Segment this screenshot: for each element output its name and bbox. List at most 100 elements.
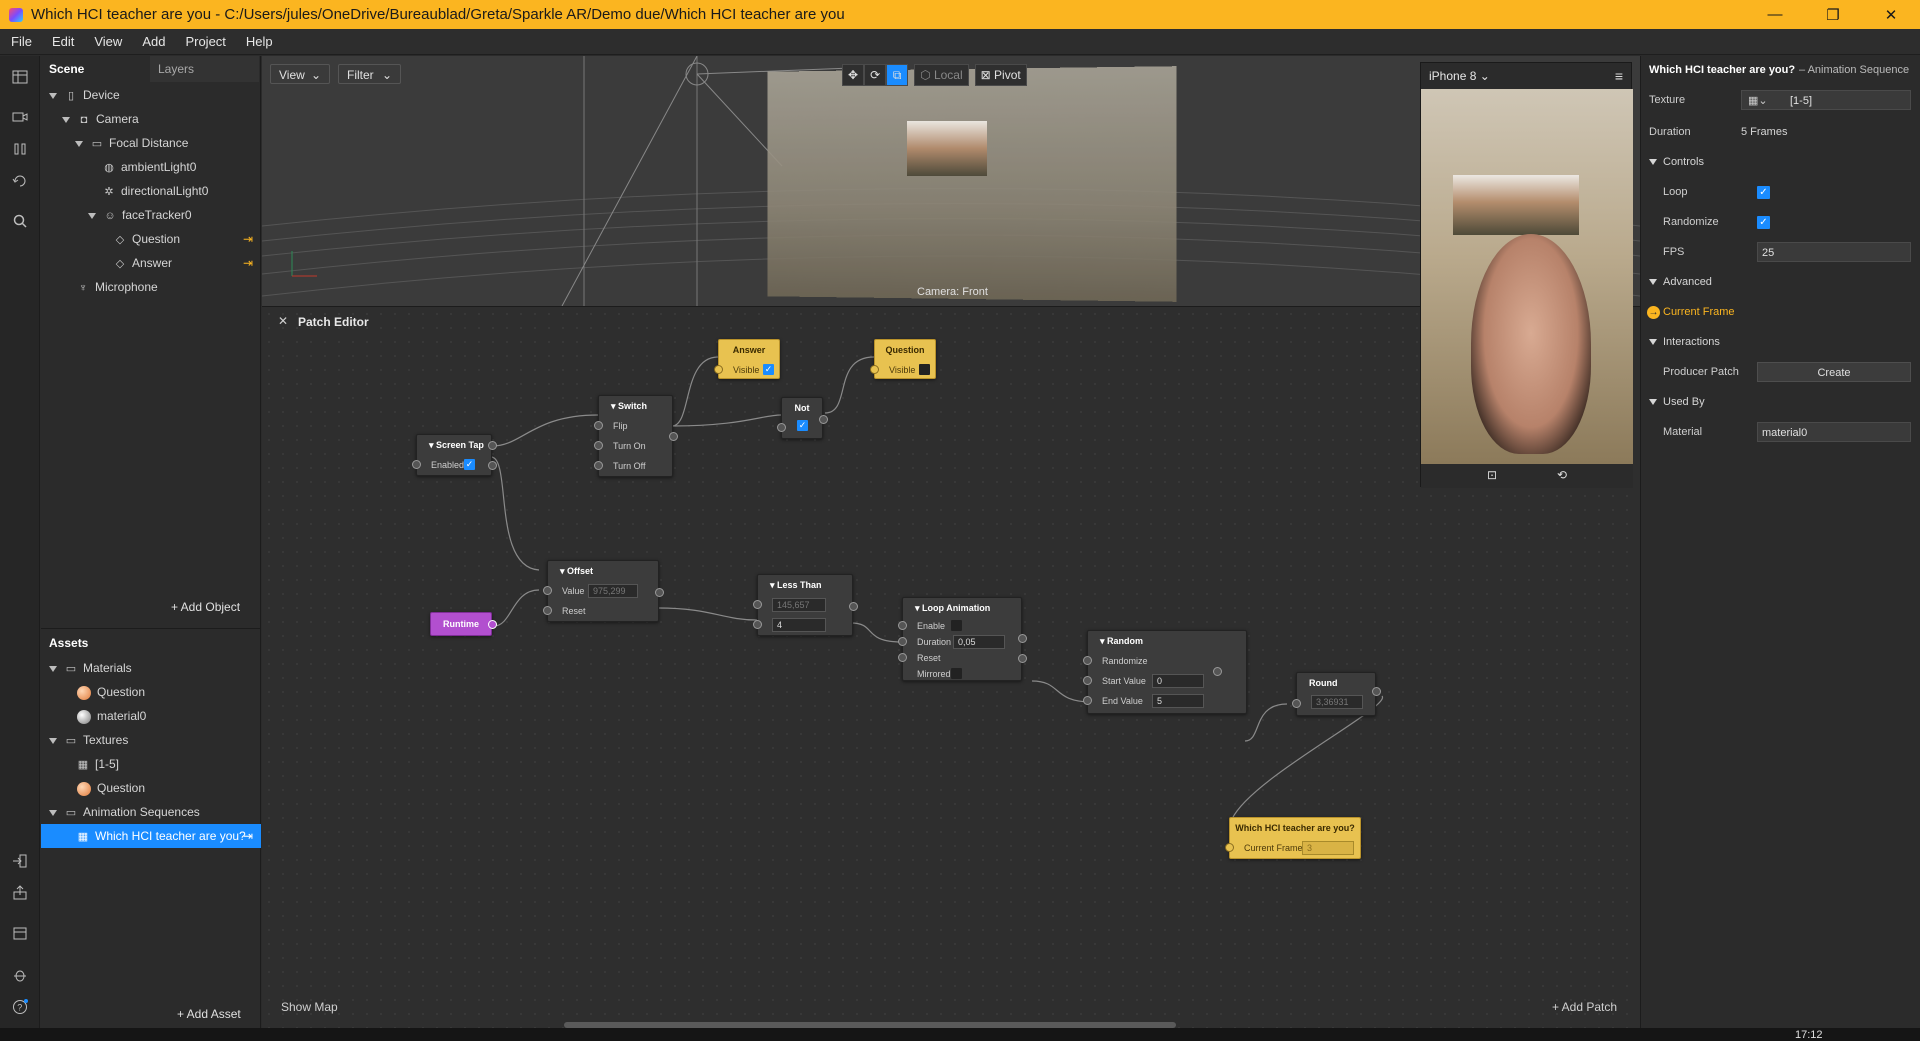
menu-view[interactable]: View <box>83 34 131 49</box>
tree-item-microphone[interactable]: ♆ Microphone <box>77 275 158 299</box>
maximize-button[interactable]: ❐ <box>1804 0 1862 29</box>
expand-icon[interactable] <box>62 116 70 123</box>
patch-round[interactable]: Round 3,36931 <box>1292 672 1381 716</box>
tree-item-device[interactable]: ▯ Device <box>49 83 120 107</box>
start-value-field[interactable]: 0 <box>1152 674 1204 688</box>
layout-icon[interactable] <box>11 68 29 86</box>
menu-file[interactable]: File <box>0 34 41 49</box>
menu-help[interactable]: Help <box>235 34 282 49</box>
expand-icon[interactable] <box>1649 339 1657 346</box>
patch-runtime[interactable]: Runtime <box>430 612 497 636</box>
expand-icon[interactable] <box>1649 279 1657 286</box>
expand-icon[interactable] <box>88 212 96 219</box>
section-controls[interactable]: Controls <box>1641 149 1920 175</box>
output-port[interactable] <box>655 588 664 597</box>
tab-scene[interactable]: Scene <box>41 56 150 82</box>
link-arrow-icon[interactable]: ⇥ <box>243 824 253 848</box>
input-port[interactable] <box>898 637 907 646</box>
tab-layers[interactable]: Layers <box>150 56 259 82</box>
asset-animation-sequence-selected[interactable]: ▦ Which HCI teacher are you? ⇥ <box>41 824 261 848</box>
visible-checkbox[interactable]: ✓ <box>763 364 774 375</box>
help-icon[interactable]: ? <box>11 998 29 1016</box>
close-button[interactable]: ✕ <box>1862 0 1920 29</box>
tree-item-answer[interactable]: ◇ Answer ⇥ <box>114 251 261 275</box>
expand-icon[interactable] <box>1649 399 1657 406</box>
fps-input[interactable]: 25 <box>1757 242 1911 262</box>
input-port[interactable] <box>1083 656 1092 665</box>
rotate-tool-icon[interactable]: ⟳ <box>864 64 887 86</box>
not-checkbox[interactable]: ✓ <box>797 420 808 431</box>
input-port[interactable] <box>753 600 762 609</box>
filter-dropdown[interactable]: Filter ⌄ <box>338 64 401 84</box>
tree-item-face-tracker[interactable]: ☺ faceTracker0 <box>88 203 192 227</box>
view-dropdown[interactable]: View ⌄ <box>270 64 330 84</box>
tree-item-ambient-light[interactable]: ◍ ambientLight0 <box>103 155 196 179</box>
asset-texture-question[interactable]: Question <box>77 776 145 800</box>
less-than-input-b[interactable]: 4 <box>772 618 826 632</box>
add-to-patch-arrow-icon[interactable]: → <box>1647 306 1660 319</box>
section-advanced[interactable]: Advanced <box>1641 269 1920 295</box>
hamburger-menu-icon[interactable]: ≡ <box>1615 68 1623 84</box>
asset-material-question[interactable]: Question <box>77 680 145 704</box>
scale-tool-icon[interactable]: ⧉ <box>886 64 909 86</box>
device-dropdown[interactable]: iPhone 8 ⌄ <box>1429 69 1490 83</box>
tree-item-directional-light[interactable]: ✲ directionalLight0 <box>103 179 208 203</box>
add-patch-button[interactable]: + Add Patch <box>1552 1000 1617 1014</box>
video-icon[interactable] <box>11 108 29 126</box>
input-port[interactable] <box>594 441 603 450</box>
less-than-input-a[interactable]: 145,657 <box>772 598 826 612</box>
expand-icon[interactable] <box>1649 159 1657 166</box>
input-port[interactable] <box>594 461 603 470</box>
patch-offset[interactable]: ▾ Offset Value 975,299 Reset <box>543 560 664 622</box>
mirrored-checkbox[interactable] <box>951 668 962 679</box>
output-port[interactable] <box>488 620 497 629</box>
output-port[interactable] <box>849 602 858 611</box>
library-icon[interactable] <box>11 924 29 942</box>
output-port[interactable] <box>819 415 828 424</box>
input-port[interactable] <box>1083 676 1092 685</box>
end-value-field[interactable]: 5 <box>1152 694 1204 708</box>
visible-checkbox[interactable] <box>919 364 930 375</box>
round-value-field[interactable]: 3,36931 <box>1311 695 1363 709</box>
show-map-button[interactable]: Show Map <box>281 1000 338 1014</box>
pivot-toggle[interactable]: ⊠ Pivot <box>974 64 1027 86</box>
patch-animation-sequence[interactable]: Which HCI teacher are you? Current Frame… <box>1225 817 1361 859</box>
move-tool-icon[interactable]: ✥ <box>842 64 865 86</box>
input-port[interactable] <box>777 423 786 432</box>
add-asset-button[interactable]: + Add Asset <box>177 1007 241 1021</box>
asset-folder-textures[interactable]: ▭ Textures <box>49 728 128 752</box>
output-port[interactable] <box>488 461 497 470</box>
input-port[interactable] <box>1083 696 1092 705</box>
export-icon[interactable] <box>11 884 29 902</box>
duration-field[interactable]: 0,05 <box>953 635 1005 649</box>
expand-icon[interactable] <box>49 92 57 99</box>
input-port[interactable] <box>543 606 552 615</box>
asset-folder-animation-sequences[interactable]: ▭ Animation Sequences <box>49 800 200 824</box>
bug-icon[interactable] <box>11 966 29 984</box>
link-arrow-icon[interactable]: ⇥ <box>243 251 253 275</box>
local-toggle[interactable]: ⬡ Local <box>914 64 969 86</box>
material-field[interactable]: material0 <box>1757 422 1911 442</box>
output-port[interactable] <box>669 432 678 441</box>
search-icon[interactable] <box>11 212 29 230</box>
input-port[interactable] <box>594 421 603 430</box>
loop-checkbox[interactable]: ✓ <box>1757 186 1770 199</box>
tree-item-focal-distance[interactable]: ▭ Focal Distance <box>75 131 188 155</box>
expand-icon[interactable] <box>49 809 57 816</box>
output-port[interactable] <box>1213 667 1222 676</box>
pause-icon[interactable] <box>11 140 29 158</box>
enabled-checkbox[interactable]: ✓ <box>464 459 475 470</box>
expand-icon[interactable] <box>49 665 57 672</box>
menu-project[interactable]: Project <box>174 34 234 49</box>
screenshot-icon[interactable]: ⊡ <box>1487 468 1497 482</box>
section-interactions[interactable]: Interactions <box>1641 329 1920 355</box>
minimize-button[interactable]: — <box>1746 0 1804 29</box>
patch-not[interactable]: Not ✓ <box>777 397 828 439</box>
asset-texture-sequence[interactable]: ▦ [1-5] <box>77 752 119 776</box>
import-icon[interactable] <box>11 852 29 870</box>
add-object-button[interactable]: + Add Object <box>171 600 240 614</box>
output-port[interactable] <box>1018 654 1027 663</box>
patch-random[interactable]: ▾ Random Randomize Start Value 0 End Val… <box>1083 630 1247 714</box>
asset-material-material0[interactable]: material0 <box>77 704 146 728</box>
tree-item-question[interactable]: ◇ Question ⇥ <box>114 227 261 251</box>
